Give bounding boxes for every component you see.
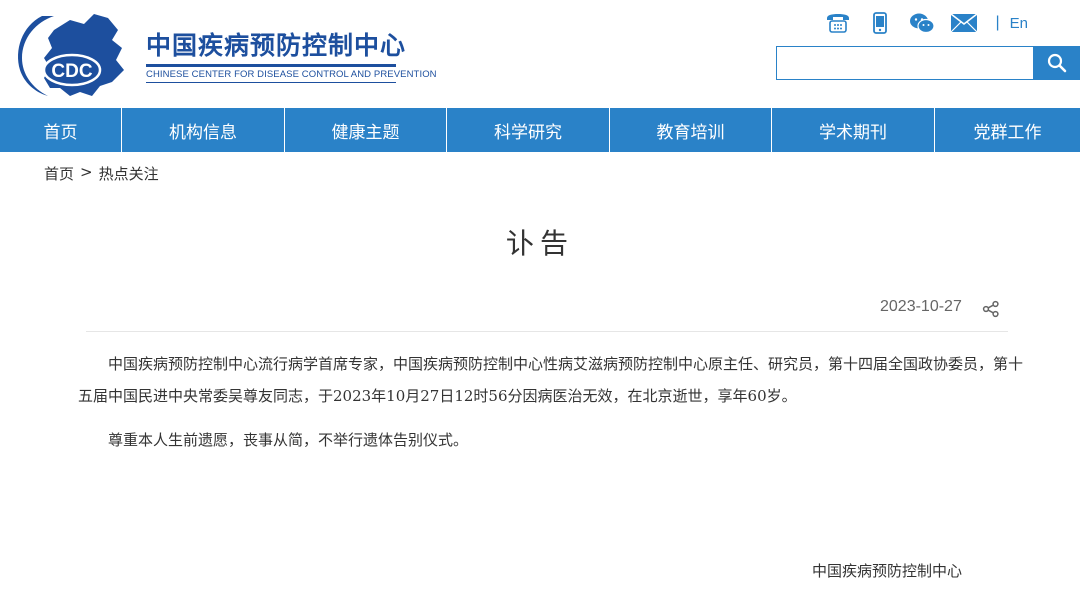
title-divider — [86, 331, 1008, 332]
breadcrumb-separator: > — [80, 163, 93, 181]
nav-item-research[interactable]: 科学研究 — [447, 108, 610, 152]
article-title: 讣告 — [505, 227, 574, 260]
article-paragraph: 尊重本人生前遗愿，丧事从简，不举行遗体告别仪式。 — [108, 431, 469, 449]
icon-separator: | — [995, 14, 1000, 31]
nav-item-journals[interactable]: 学术期刊 — [772, 108, 935, 152]
logo-divider — [146, 64, 396, 67]
english-language-link[interactable]: En — [1010, 15, 1028, 32]
breadcrumb-home-link[interactable]: 首页 — [44, 163, 74, 184]
nav-item-institution-info[interactable]: 机构信息 — [122, 108, 285, 152]
main-nav: 首页 机构信息 健康主题 科学研究 教育培训 学术期刊 党群工作 — [0, 108, 1080, 152]
nav-item-health-topics[interactable]: 健康主题 — [285, 108, 447, 152]
search-icon — [1047, 53, 1066, 73]
mobile-icon[interactable] — [865, 10, 895, 36]
logo-text[interactable]: 中国疾病预防控制中心 CHINESE CENTER FOR DISEASE CO… — [146, 30, 437, 83]
cdc-logo-icon[interactable]: CDC — [14, 8, 130, 102]
article-paragraph: 中国疾病预防控制中心流行病学首席专家，中国疾病预防控制中心性病艾滋病预防控制中心… — [78, 355, 1024, 405]
share-icon[interactable] — [982, 300, 1000, 318]
mail-icon[interactable] — [949, 10, 979, 36]
nav-item-party-work[interactable]: 党群工作 — [935, 108, 1080, 152]
top-icon-bar: | En — [811, 10, 1028, 36]
article-body: 中国疾病预防控制中心流行病学首席专家，中国疾病预防控制中心性病艾滋病预防控制中心… — [78, 348, 1028, 468]
article-signature: 中国疾病预防控制中心 — [812, 562, 963, 580]
logo-abbr: CDC — [51, 61, 92, 82]
logo-divider-thin — [146, 82, 396, 83]
phone-icon[interactable] — [823, 10, 853, 36]
nav-item-home[interactable]: 首页 — [0, 108, 122, 152]
logo-cn-title: 中国疾病预防控制中心 — [146, 31, 407, 60]
search-input[interactable] — [776, 46, 1034, 80]
breadcrumb-current-link[interactable]: 热点关注 — [99, 163, 159, 184]
nav-item-education[interactable]: 教育培训 — [610, 108, 772, 152]
logo-en-title: CHINESE CENTER FOR DISEASE CONTROL AND P… — [146, 69, 437, 80]
site-header: CDC 中国疾病预防控制中心 CHINESE CENTER FOR DISEAS… — [0, 0, 1080, 108]
wechat-icon[interactable] — [907, 10, 937, 36]
breadcrumb: 首页 > 热点关注 — [44, 163, 159, 184]
search-button[interactable] — [1033, 46, 1080, 80]
article-date: 2023-10-27 — [880, 298, 962, 315]
